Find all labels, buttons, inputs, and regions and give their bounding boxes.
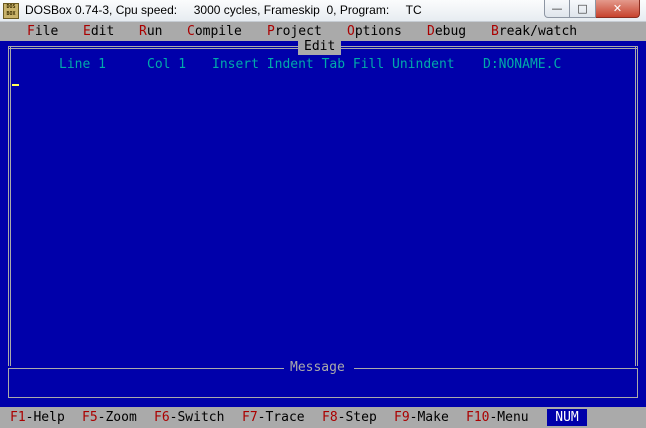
status-edit-modes: Insert Indent Tab Fill Unindent: [212, 57, 455, 72]
edit-window-title[interactable]: Edit: [298, 39, 342, 55]
menu-edit[interactable]: Edit: [83, 24, 114, 39]
fkey-help-key: F1: [10, 410, 26, 425]
fkey-make[interactable]: F9-Make: [394, 410, 449, 425]
fkey-menu[interactable]: F10-Menu: [466, 410, 529, 425]
fkey-step-label: -Step: [337, 410, 377, 425]
menu-debug-hotkey: D: [427, 24, 435, 39]
menu-compile[interactable]: Compile: [187, 24, 242, 39]
fkey-step[interactable]: F8-Step: [322, 410, 377, 425]
menu-compile-label: ompile: [194, 24, 242, 39]
menu-break-watch-hotkey: B: [491, 24, 499, 39]
menu-debug[interactable]: Debug: [427, 24, 466, 39]
minimize-icon: —: [551, 2, 563, 15]
fkey-trace-key: F7: [242, 410, 258, 425]
menu-file-hotkey: F: [27, 24, 35, 39]
fkey-switch-label: -Switch: [169, 410, 225, 425]
close-icon: ✕: [612, 2, 623, 15]
fkey-help[interactable]: F1-Help: [10, 410, 65, 425]
fkey-zoom[interactable]: F5-Zoom: [82, 410, 137, 425]
fkey-trace[interactable]: F7-Trace: [242, 410, 305, 425]
menu-run-label: un: [146, 24, 163, 39]
text-cursor: [12, 84, 19, 86]
edit-frame-left: [8, 46, 11, 366]
menu-options-hotkey: O: [347, 24, 355, 39]
dos-screen[interactable]: File Edit Run Compile Project Options De…: [0, 22, 646, 428]
maximize-icon: □: [577, 2, 588, 15]
menu-compile-hotkey: C: [187, 24, 195, 39]
message-window[interactable]: [8, 368, 638, 398]
menu-file[interactable]: File: [27, 24, 58, 39]
fkey-menu-key: F10: [466, 410, 490, 425]
fkey-make-key: F9: [394, 410, 410, 425]
menu-break-watch[interactable]: Break/watch: [491, 24, 577, 39]
fkey-switch[interactable]: F6-Switch: [154, 410, 224, 425]
close-button[interactable]: ✕: [596, 0, 640, 18]
menu-options[interactable]: Options: [347, 24, 402, 39]
menu-run-hotkey: R: [139, 24, 147, 39]
menu-project[interactable]: Project: [267, 24, 322, 39]
window-controls: — □ ✕: [544, 0, 640, 19]
fkey-help-label: -Help: [25, 410, 65, 425]
window-titlebar[interactable]: DOS BOX DOSBox 0.74-3, Cpu speed: 3000 c…: [0, 0, 646, 22]
menu-project-label: roject: [274, 24, 322, 39]
menu-edit-hotkey: E: [83, 24, 91, 39]
status-filename: D:NONAME.C: [483, 57, 562, 72]
fkey-step-key: F8: [322, 410, 338, 425]
menu-debug-label: ebug: [434, 24, 467, 39]
fkey-switch-key: F6: [154, 410, 170, 425]
menu-run[interactable]: Run: [139, 24, 162, 39]
menu-break-watch-label: reak/watch: [498, 24, 578, 39]
function-key-bar: F1-Help F5-Zoom F6-Switch F7-Trace F8-St…: [0, 407, 646, 428]
maximize-button[interactable]: □: [570, 0, 596, 18]
fkey-menu-label: -Menu: [489, 410, 529, 425]
fkey-trace-label: -Trace: [257, 410, 305, 425]
status-column-number: Col 1: [147, 57, 187, 72]
fkey-zoom-key: F5: [82, 410, 98, 425]
fkey-make-label: -Make: [409, 410, 449, 425]
edit-frame-right: [635, 46, 638, 366]
status-line-number: Line 1: [59, 57, 106, 72]
fkey-zoom-label: -Zoom: [97, 410, 137, 425]
window-title: DOSBox 0.74-3, Cpu speed: 3000 cycles, F…: [25, 3, 422, 17]
menu-project-hotkey: P: [267, 24, 275, 39]
menu-edit-label: dit: [90, 24, 115, 39]
menu-file-label: ile: [34, 24, 59, 39]
menu-options-label: ptions: [354, 24, 402, 39]
dosbox-app-icon[interactable]: DOS BOX: [3, 3, 19, 19]
minimize-button[interactable]: —: [544, 0, 570, 18]
num-lock-indicator: NUM: [547, 409, 587, 426]
